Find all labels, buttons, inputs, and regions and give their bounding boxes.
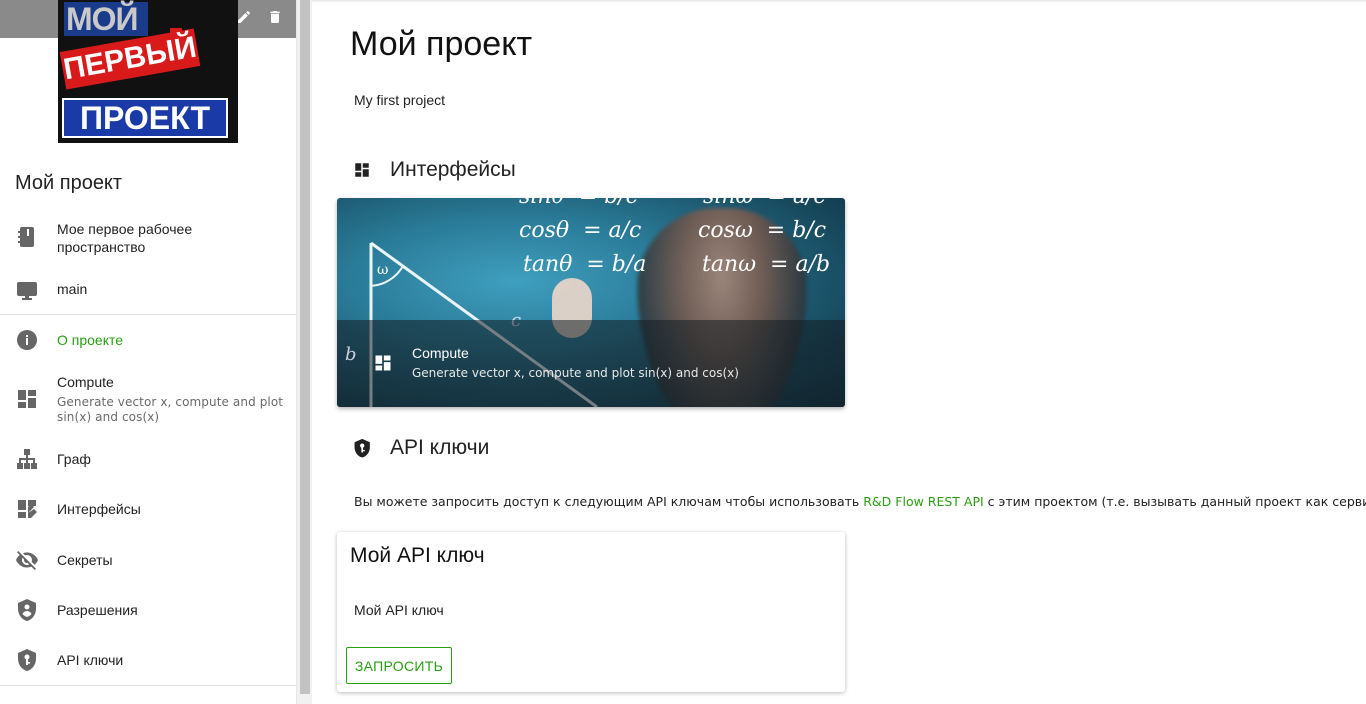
sidebar-item-secrets[interactable]: Секреты [0,548,296,572]
api-text-part: Вы можете запросить доступ к следующим A… [354,494,864,509]
eye-off-icon [16,551,38,570]
sidebar-item-permissions[interactable]: Разрешения [0,598,296,622]
scrollbar-thumb[interactable] [300,0,310,694]
formula-text: tanθ = b/a [523,252,647,277]
sidebar-item-label: О проекте [57,332,124,348]
project-title: Мой проект [15,172,123,194]
notebook-icon [18,227,34,247]
sidebar-item-label: Интерфейсы [57,501,141,517]
formula-text: b [345,344,357,365]
computer-icon [17,282,37,300]
sidebar-item-workspace[interactable]: Мое первое рабочее пространство [0,220,296,260]
sidebar-item-interfaces[interactable]: Интерфейсы [0,497,296,521]
logo-text-line1: МОЙ [64,2,148,36]
sidebar: МОЙ ПЕРВЫЙ ПРОЕКТ Мой проект Мое первое … [0,0,296,704]
dashboard-icon [18,390,36,408]
formula-text: cosω = b/c [698,218,827,243]
shield-key-icon [354,438,370,458]
sidebar-item-main[interactable]: main [0,278,296,302]
sidebar-item-about[interactable]: О проекте [0,328,296,352]
top-shadow [312,0,1366,3]
sidebar-scrollbar[interactable] [296,0,312,704]
sidebar-item-label: Compute [57,374,114,390]
info-icon [17,330,37,350]
logo-text-line3: ПРОЕКТ [62,98,228,138]
formula-text: cosθ = a/c [519,218,642,243]
interface-card-compute[interactable]: sinθ = b/c cosθ = a/c tanθ = b/a sinω = … [337,198,845,407]
sidebar-item-label: Разрешения [57,602,138,618]
sidebar-item-subtitle: Generate vector x, compute and plot [57,395,284,409]
main-content: Мой проект My first project Интерфейсы s… [312,0,1366,704]
logo-text-line2: ПЕРВЫЙ [59,28,201,90]
sidebar-divider [0,685,296,686]
rest-api-link[interactable]: R&D Flow REST API [863,494,983,509]
api-keys-section-heading: API ключи [350,436,489,460]
sidebar-item-graph[interactable]: Граф [0,447,296,471]
section-title: API ключи [390,436,490,459]
sidebar-item-label: main [57,281,88,297]
interfaces-section-heading: Интерфейсы [350,158,516,182]
section-title: Интерфейсы [390,158,516,181]
sidebar-item-label-line2: пространство [57,239,146,255]
api-key-card-text: Мой API ключ [354,602,444,618]
page-title: Мой проект [350,25,533,63]
trash-icon [270,11,280,23]
sidebar-item-label: Граф [57,451,91,467]
formula-text: sinθ = b/c [519,198,638,209]
request-button[interactable]: ЗАПРОСИТЬ [346,647,452,684]
formula-text: ω [377,262,389,278]
formula-text: sinω = a/c [703,198,826,209]
api-text-part: с этим проектом (т.е. вызывать данный пр… [983,494,1366,509]
edit-button[interactable] [233,6,255,28]
delete-button[interactable] [264,6,286,28]
shield-key-icon [18,649,36,671]
sidebar-item-label: Секреты [57,552,113,568]
card-title: Compute [412,345,469,361]
dashboard-icon [355,163,369,177]
sidebar-item-label: Мое первое рабочее [57,221,193,237]
formula-text: tanω = a/b [702,252,831,277]
api-keys-description: Вы можете запросить доступ к следующим A… [354,494,1366,509]
sidebar-item-compute[interactable]: Compute Generate vector x, compute and p… [0,373,296,425]
project-description: My first project [354,92,446,108]
dashboard-edit-icon [18,500,37,518]
dashboard-icon [375,355,391,371]
pencil-icon [238,10,251,23]
sidebar-item-api-keys[interactable]: API ключи [0,648,296,672]
card-caption-overlay [337,320,845,407]
sidebar-divider [0,314,296,315]
shield-account-icon [18,599,36,621]
api-key-card-title: Мой API ключ [350,544,485,567]
sidebar-item-subtitle-line2: sin(x) and cos(x) [57,410,160,424]
api-key-card: Мой API ключ Мой API ключ ЗАПРОСИТЬ [337,532,845,692]
sitemap-icon [17,449,37,469]
card-subtitle: Generate vector x, compute and plot sin(… [412,366,739,380]
project-logo: МОЙ ПЕРВЫЙ ПРОЕКТ [58,0,238,143]
sidebar-item-label: API ключи [57,652,124,668]
